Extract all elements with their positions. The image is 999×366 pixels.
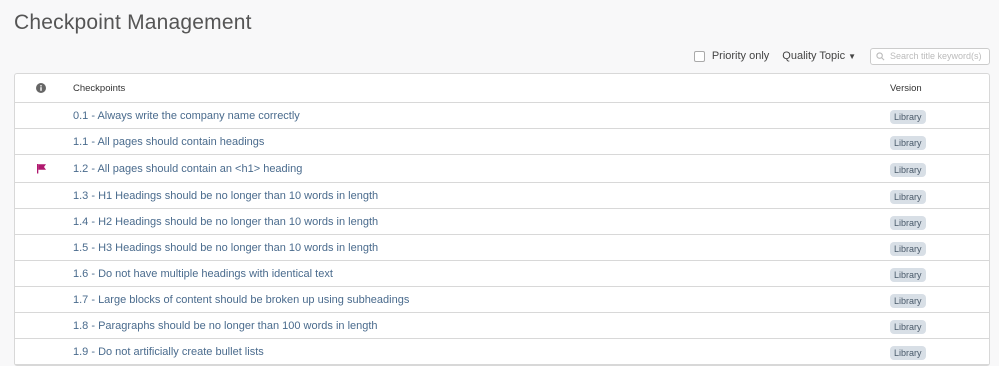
version-badge: Library (890, 109, 926, 124)
checkpoint-title-link[interactable]: 1.7 - Large blocks of content should be … (73, 294, 409, 306)
version-badge: Library (890, 345, 926, 360)
priority-only-toggle[interactable]: Priority only (693, 50, 770, 62)
table-row[interactable]: 1.1 - All pages should contain headings L… (15, 129, 989, 155)
version-badge: Library (890, 135, 926, 150)
table-row[interactable]: 0.1 - Always write the company name corr… (15, 103, 989, 129)
table-row[interactable]: 1.6 - Do not have multiple headings with… (15, 261, 989, 287)
checkpoint-title-link[interactable]: 1.6 - Do not have multiple headings with… (73, 268, 333, 280)
info-icon[interactable] (36, 83, 46, 93)
version-badge: Library (890, 241, 926, 256)
version-badge: Library (890, 293, 926, 308)
toolbar: Priority only Quality Topic ▼ (693, 47, 990, 65)
checkpoint-title-link[interactable]: 1.9 - Do not artificially create bullet … (73, 346, 264, 358)
priority-only-checkbox[interactable] (693, 50, 705, 62)
checkpoint-title-link[interactable]: 1.1 - All pages should contain headings (73, 136, 264, 148)
checkpoint-title-link[interactable]: 1.2 - All pages should contain an <h1> h… (73, 163, 302, 175)
table-row[interactable]: 1.3 - H1 Headings should be no longer th… (15, 183, 989, 209)
checkpoint-title-link[interactable]: 0.1 - Always write the company name corr… (73, 110, 300, 122)
table-row[interactable]: 1.2 - All pages should contain an <h1> h… (15, 155, 989, 183)
table-row[interactable]: 1.9 - Do not artificially create bullet … (15, 339, 989, 365)
quality-topic-dropdown[interactable]: Quality Topic ▼ (782, 50, 856, 62)
table-row[interactable]: 1.4 - H2 Headings should be no longer th… (15, 209, 989, 235)
table-row[interactable]: 1.8 - Paragraphs should be no longer tha… (15, 313, 989, 339)
search-input[interactable] (890, 51, 986, 61)
version-badge: Library (890, 189, 926, 204)
page-title: Checkpoint Management (14, 11, 252, 34)
caret-down-icon: ▼ (848, 51, 856, 61)
header-version[interactable]: Version (890, 83, 922, 94)
checkpoint-title-link[interactable]: 1.3 - H1 Headings should be no longer th… (73, 190, 378, 202)
flag-icon[interactable] (36, 163, 47, 174)
table-body: 0.1 - Always write the company name corr… (15, 103, 989, 365)
checkpoints-table: Checkpoints Version 0.1 - Always write t… (14, 73, 990, 366)
checkpoint-title-link[interactable]: 1.5 - H3 Headings should be no longer th… (73, 242, 378, 254)
header-checkpoints[interactable]: Checkpoints (73, 83, 125, 94)
version-badge: Library (890, 267, 926, 282)
checkpoint-title-link[interactable]: 1.4 - H2 Headings should be no longer th… (73, 216, 378, 228)
version-badge: Library (890, 319, 926, 334)
priority-only-label: Priority only (711, 50, 770, 62)
quality-topic-label: Quality Topic (782, 50, 846, 62)
search-icon (876, 51, 885, 60)
table-header: Checkpoints Version (15, 74, 989, 103)
version-badge: Library (890, 215, 926, 230)
table-row[interactable]: 1.7 - Large blocks of content should be … (15, 287, 989, 313)
table-row[interactable]: 1.5 - H3 Headings should be no longer th… (15, 235, 989, 261)
search-box[interactable] (870, 47, 990, 65)
version-badge: Library (890, 162, 926, 177)
checkpoint-title-link[interactable]: 1.8 - Paragraphs should be no longer tha… (73, 320, 378, 332)
